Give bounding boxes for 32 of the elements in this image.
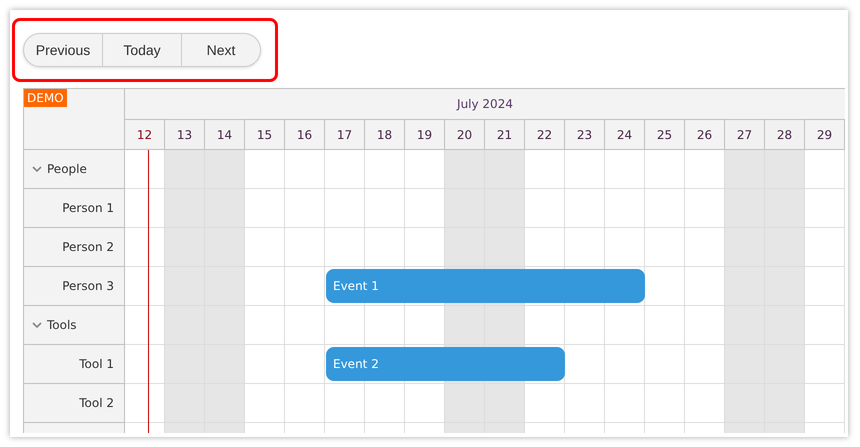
day-header: 17 [325,120,365,150]
day-header: 20 [445,120,485,150]
day-header: 22 [525,120,565,150]
resource-name: Person 3 [62,279,114,293]
day-header: 28 [765,120,805,150]
demo-badge: DEMO [24,89,67,107]
day-header: 27 [725,120,765,150]
nav-button[interactable]: Today [102,33,182,67]
chevron-down-icon[interactable] [32,320,42,330]
nav-button[interactable]: Next [181,33,261,67]
nav-button[interactable]: Previous [23,33,103,67]
day-header: 26 [685,120,725,150]
resource-name: Tool 2 [79,396,114,410]
chevron-down-icon[interactable] [32,164,42,174]
day-header: 15 [245,120,285,150]
day-header: 19 [405,120,445,150]
day-header: 29 [805,120,845,150]
day-header: 14 [205,120,245,150]
day-header: 25 [645,120,685,150]
resource-name: Tool 1 [79,357,114,371]
day-header: 18 [365,120,405,150]
group-name: People [47,162,87,176]
resource-name: Person 1 [62,201,114,215]
day-header: 13 [165,120,205,150]
resource-name: Person 2 [62,240,114,254]
group-name: Tools [47,318,77,332]
day-header: 24 [605,120,645,150]
month-header: July 2024 [125,89,845,120]
day-header: 12 [125,120,165,150]
day-header: 16 [285,120,325,150]
day-header: 23 [565,120,605,150]
day-header: 21 [485,120,525,150]
